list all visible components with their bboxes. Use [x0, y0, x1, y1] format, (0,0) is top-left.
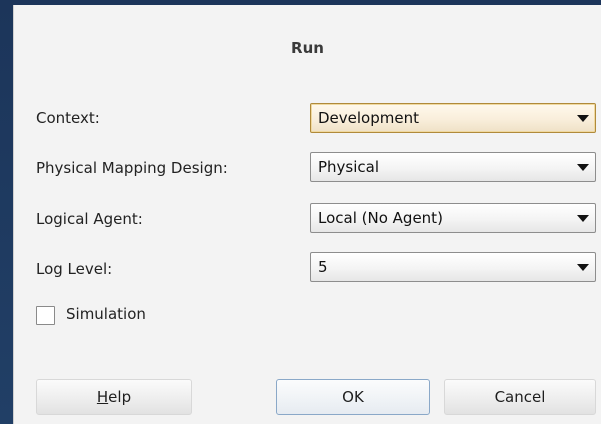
- ok-button[interactable]: OK: [276, 379, 430, 415]
- help-label-rest: elp: [108, 388, 132, 406]
- chevron-down-icon: [577, 115, 589, 122]
- context-label: Context:: [36, 109, 100, 127]
- log-level-dropdown[interactable]: 5: [310, 252, 596, 282]
- chevron-down-icon: [577, 215, 589, 222]
- log-level-value: 5: [318, 258, 328, 276]
- physical-mapping-design-value: Physical: [318, 158, 380, 176]
- chevron-down-icon: [577, 164, 589, 171]
- context-value: Development: [318, 109, 419, 127]
- physical-mapping-design-dropdown[interactable]: Physical: [310, 152, 596, 182]
- help-button[interactable]: Help: [36, 379, 192, 415]
- run-dialog: Run Context: Development Physical Mappin…: [13, 5, 601, 424]
- logical-agent-dropdown[interactable]: Local (No Agent): [310, 203, 596, 233]
- simulation-label: Simulation: [66, 305, 146, 323]
- help-mnemonic: H: [96, 388, 109, 406]
- physical-mapping-design-label: Physical Mapping Design:: [36, 159, 228, 177]
- logical-agent-label: Logical Agent:: [36, 210, 143, 228]
- dialog-title: Run: [291, 39, 324, 57]
- context-dropdown[interactable]: Development: [310, 103, 596, 133]
- simulation-checkbox[interactable]: [36, 306, 55, 325]
- chevron-down-icon: [577, 264, 589, 271]
- cancel-button[interactable]: Cancel: [444, 379, 596, 415]
- logical-agent-value: Local (No Agent): [318, 209, 443, 227]
- log-level-label: Log Level:: [36, 260, 113, 278]
